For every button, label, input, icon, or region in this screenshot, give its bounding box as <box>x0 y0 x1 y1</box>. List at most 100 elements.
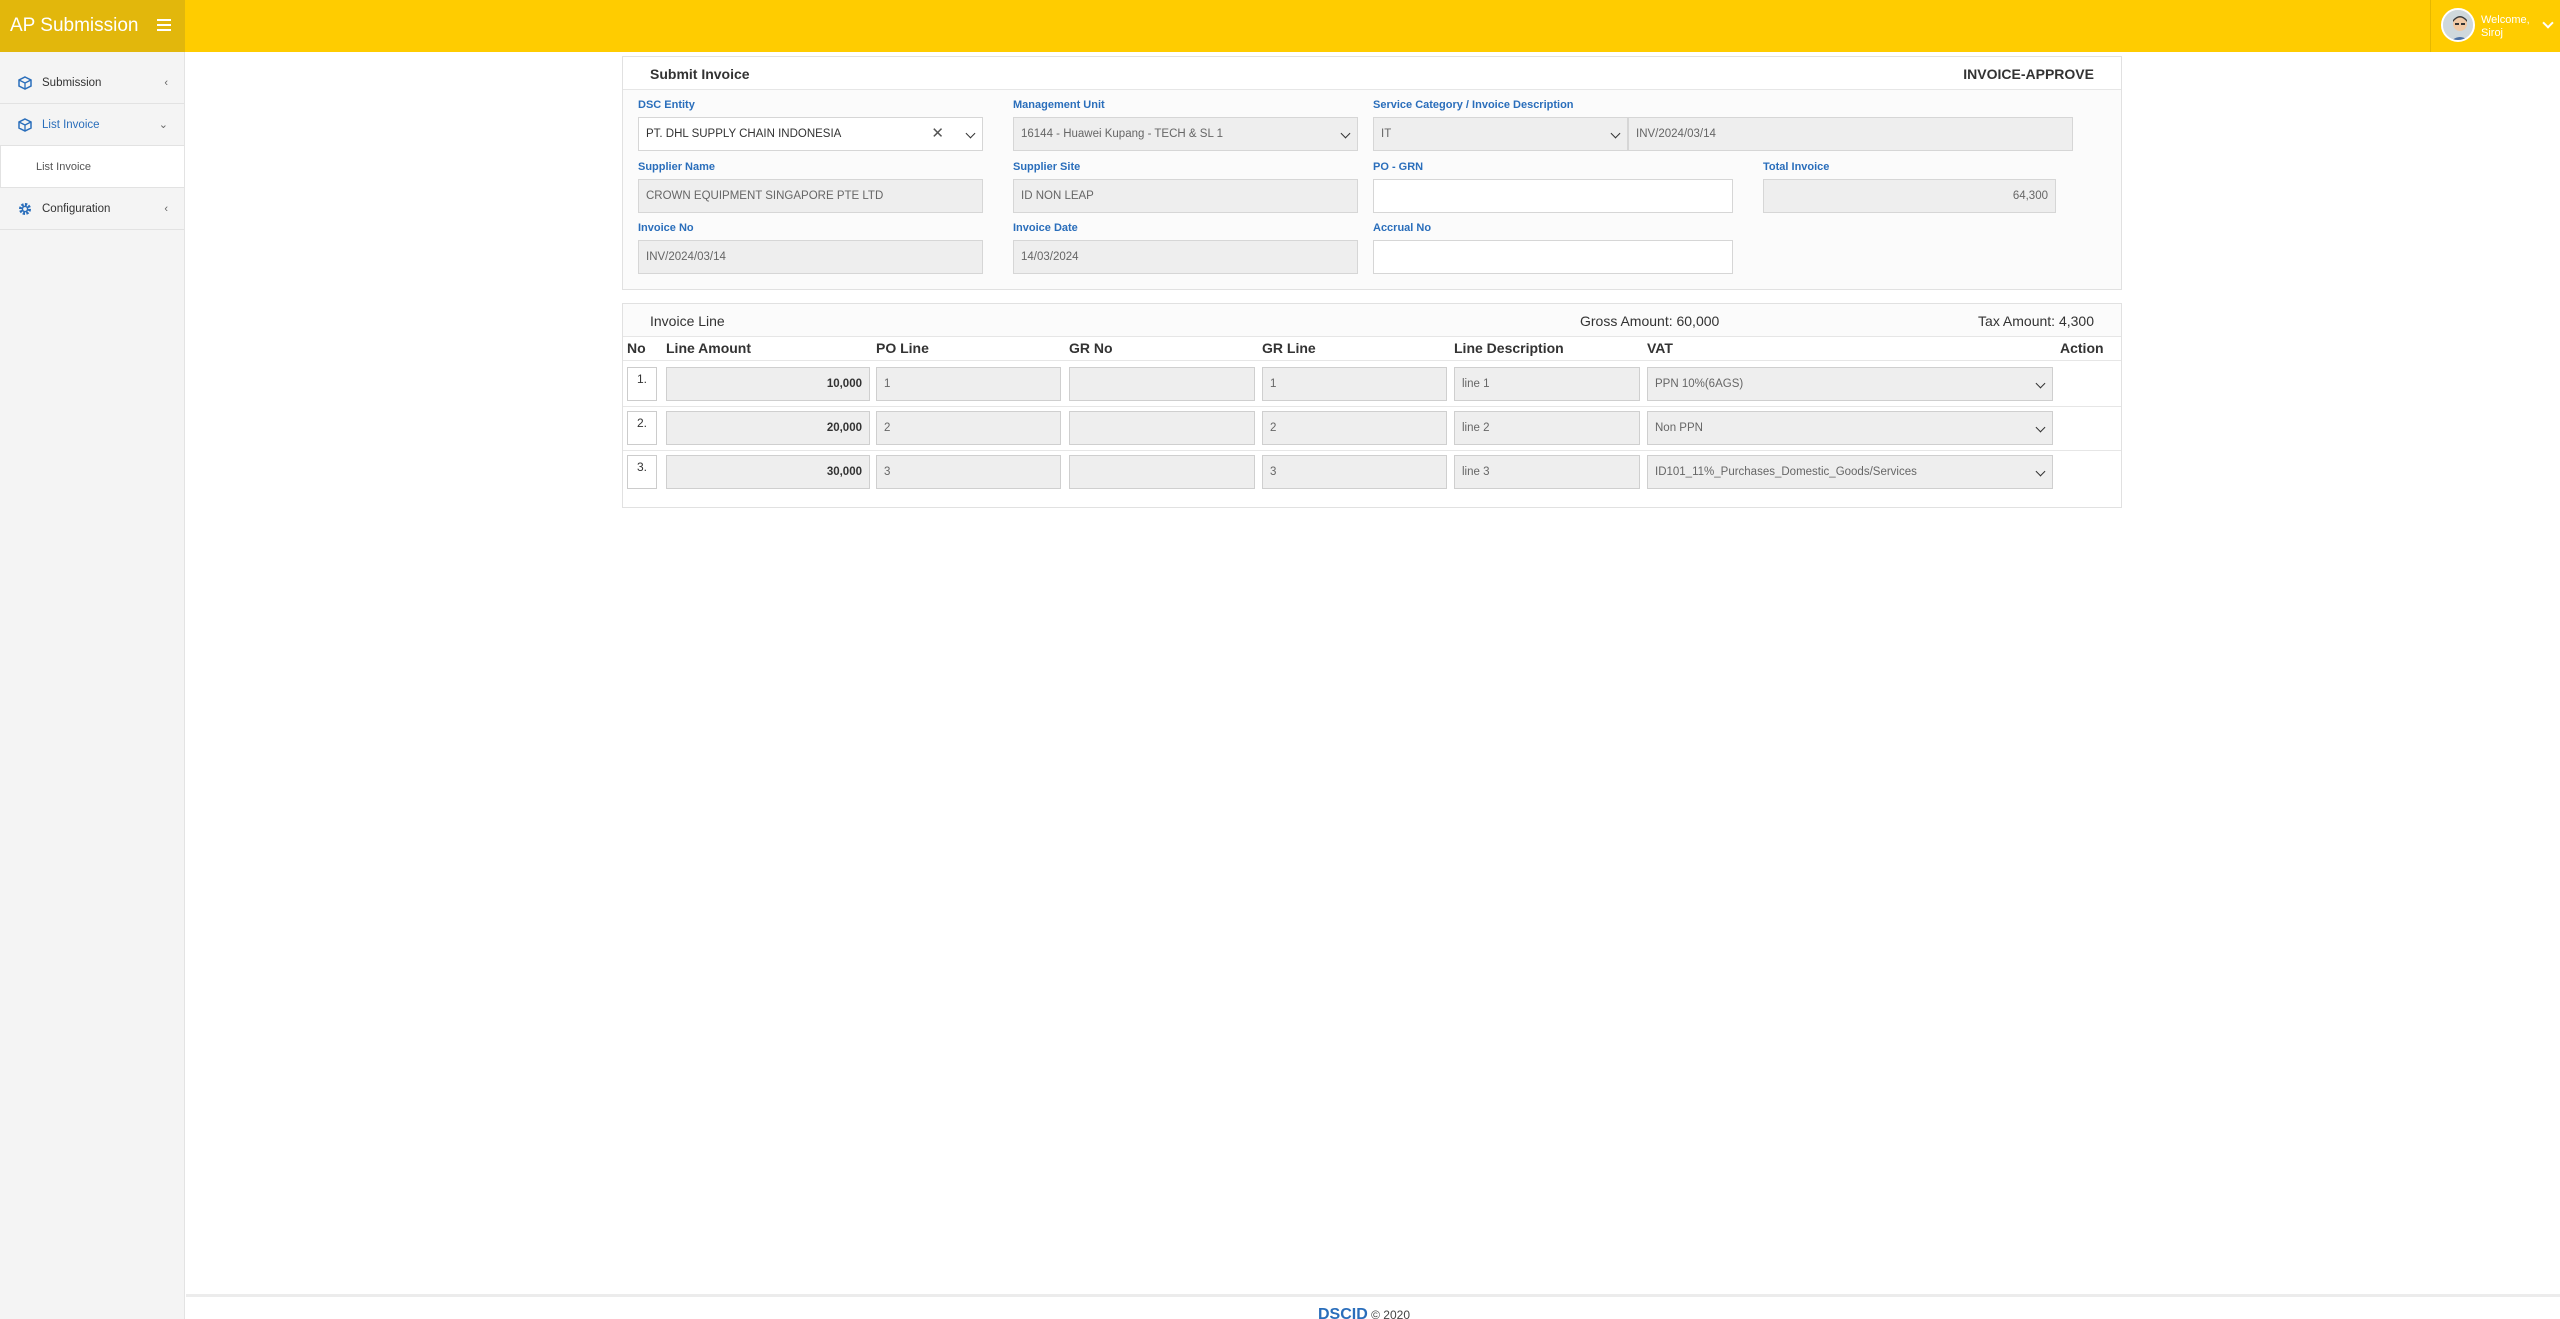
po-line-input[interactable]: 3 <box>876 455 1061 489</box>
service-category-label: Service Category / Invoice Description <box>1373 99 1574 111</box>
invoice-line-panel: Invoice Line Gross Amount: 60,000 Tax Am… <box>622 303 2122 508</box>
divider <box>623 450 2121 451</box>
management-unit-value: 16144 - Huawei Kupang - TECH & SL 1 <box>1021 128 1224 140</box>
service-category-select[interactable]: IT <box>1373 117 1628 151</box>
app-title: AP Submission <box>0 0 185 52</box>
chevron-down-icon <box>2035 466 2046 477</box>
vat-value: ID101_11%_Purchases_Domestic_Goods/Servi… <box>1655 466 1917 478</box>
tax-amount: Tax Amount: 4,300 <box>1978 313 2094 329</box>
sidebar-item-configuration[interactable]: Configuration ‹ <box>0 188 184 230</box>
invoice-date-label: Invoice Date <box>1013 222 1078 234</box>
column-header-po-line: PO Line <box>876 340 929 356</box>
divider <box>623 406 2121 407</box>
footer-brand[interactable]: DSCID <box>1318 1306 1368 1319</box>
sidebar: Submission ‹ List Invoice ⌄ List Invoice… <box>0 52 185 1319</box>
column-header-no: No <box>627 340 646 356</box>
row-number: 1. <box>627 367 657 401</box>
dsc-entity-select[interactable]: PT. DHL SUPPLY CHAIN INDONESIA ✕ <box>638 117 983 151</box>
gr-no-input[interactable] <box>1069 455 1255 489</box>
supplier-name-label: Supplier Name <box>638 161 716 173</box>
welcome-text: Welcome, Siroj <box>2481 14 2530 40</box>
gr-no-input[interactable] <box>1069 411 1255 445</box>
line-description-input[interactable]: line 3 <box>1454 455 1640 489</box>
total-invoice-label: Total Invoice <box>1763 161 1830 173</box>
gr-line-input[interactable]: 1 <box>1262 367 1447 401</box>
po-line-input[interactable]: 1 <box>876 367 1061 401</box>
line-amount-input[interactable]: 10,000 <box>666 367 870 401</box>
accrual-no-input[interactable] <box>1373 240 1733 274</box>
vat-select[interactable]: PPN 10%(6AGS) <box>1647 367 2053 401</box>
line-amount-input[interactable]: 30,000 <box>666 455 870 489</box>
menu-toggle-icon[interactable] <box>157 19 171 31</box>
column-header-action: Action <box>2060 340 2104 356</box>
po-line-input[interactable]: 2 <box>876 411 1061 445</box>
user-menu[interactable]: Welcome, Siroj <box>2430 0 2560 52</box>
po-grn-input[interactable] <box>1373 179 1733 213</box>
dsc-entity-value: PT. DHL SUPPLY CHAIN INDONESIA <box>646 128 842 140</box>
gear-icon <box>19 203 31 215</box>
vat-select[interactable]: Non PPN <box>1647 411 2053 445</box>
invoice-no-label: Invoice No <box>638 222 694 234</box>
po-grn-label: PO - GRN <box>1373 161 1424 173</box>
footer-divider <box>186 1294 2560 1297</box>
vat-value: PPN 10%(6AGS) <box>1655 378 1744 390</box>
chevron-down-icon <box>2035 422 2046 433</box>
chevron-down-icon <box>2035 378 2046 389</box>
chevron-down-icon <box>1340 128 1351 139</box>
sidebar-subitem-list-invoice[interactable]: List Invoice <box>0 146 184 188</box>
footer: DSCID © 2020 <box>1318 1306 1410 1319</box>
invoice-date-input[interactable]: 14/03/2024 <box>1013 240 1358 274</box>
chevron-down-icon: ⌄ <box>158 119 168 131</box>
dsc-entity-label: DSC Entity <box>638 99 695 111</box>
invoice-line-header: Invoice Line Gross Amount: 60,000 Tax Am… <box>623 304 2121 337</box>
column-header-line-amount: Line Amount <box>666 340 752 356</box>
chevron-left-icon: ‹ <box>164 77 168 89</box>
close-icon[interactable]: ✕ <box>931 126 944 141</box>
line-description-input[interactable]: line 2 <box>1454 411 1640 445</box>
sidebar-item-list-invoice[interactable]: List Invoice ⌄ <box>0 104 184 146</box>
sidebar-item-label: Submission <box>42 77 102 89</box>
line-description-input[interactable]: line 1 <box>1454 367 1640 401</box>
user-name: Siroj <box>2481 27 2504 39</box>
gr-line-input[interactable]: 2 <box>1262 411 1447 445</box>
service-category-value: IT <box>1381 128 1392 140</box>
column-header-line-description: Line Description <box>1454 340 1564 356</box>
chevron-down-icon <box>1610 128 1621 139</box>
supplier-site-input[interactable]: ID NON LEAP <box>1013 179 1358 213</box>
gr-line-input[interactable]: 3 <box>1262 455 1447 489</box>
invoice-description-input[interactable]: INV/2024/03/14 <box>1628 117 2073 151</box>
sidebar-item-label: List Invoice <box>42 119 100 131</box>
vat-value: Non PPN <box>1655 422 1703 434</box>
top-bar: AP Submission Welcome, Siroj <box>0 0 2560 52</box>
status-badge: INVOICE-APPROVE <box>1963 66 2094 82</box>
section-title: Invoice Line <box>650 313 725 329</box>
row-number: 2. <box>627 411 657 445</box>
footer-copyright: © 2020 <box>1367 1308 1410 1319</box>
avatar <box>2441 8 2475 42</box>
chevron-down-icon <box>965 128 976 139</box>
column-header-vat: VAT <box>1647 340 1673 356</box>
invoice-no-input[interactable]: INV/2024/03/14 <box>638 240 983 274</box>
gr-no-input[interactable] <box>1069 367 1255 401</box>
accrual-no-label: Accrual No <box>1373 222 1432 234</box>
chevron-left-icon: ‹ <box>164 203 168 215</box>
sidebar-item-submission[interactable]: Submission ‹ <box>0 62 184 104</box>
supplier-name-input[interactable]: CROWN EQUIPMENT SINGAPORE PTE LTD <box>638 179 983 213</box>
total-invoice-input[interactable]: 64,300 <box>1763 179 2056 213</box>
vat-select[interactable]: ID101_11%_Purchases_Domestic_Goods/Servi… <box>1647 455 2053 489</box>
chevron-down-icon <box>2542 17 2554 29</box>
gross-amount: Gross Amount: 60,000 <box>1580 313 1720 329</box>
panel-header: Submit Invoice INVOICE-APPROVE <box>623 57 2121 90</box>
box-icon <box>18 76 32 90</box>
column-header-gr-line: GR Line <box>1262 340 1316 356</box>
box-icon <box>18 118 32 132</box>
management-unit-select[interactable]: 16144 - Huawei Kupang - TECH & SL 1 <box>1013 117 1358 151</box>
sidebar-item-label: Configuration <box>42 203 111 215</box>
row-number: 3. <box>627 455 657 489</box>
management-unit-label: Management Unit <box>1013 99 1105 111</box>
column-header-gr-no: GR No <box>1069 340 1113 356</box>
submit-invoice-panel: Submit Invoice INVOICE-APPROVE DSC Entit… <box>622 56 2122 290</box>
line-amount-input[interactable]: 20,000 <box>666 411 870 445</box>
supplier-site-label: Supplier Site <box>1013 161 1081 173</box>
page-title: Submit Invoice <box>650 66 750 82</box>
